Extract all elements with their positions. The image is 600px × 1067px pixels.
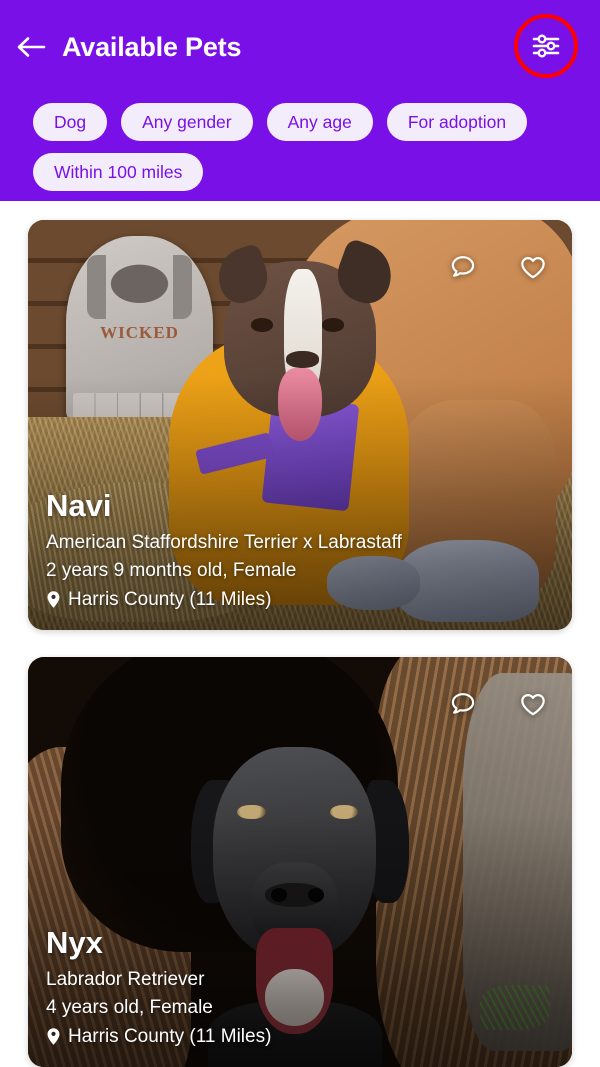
pet-name: Nyx xyxy=(46,924,103,960)
filter-chip-species[interactable]: Dog xyxy=(33,103,108,141)
pet-age-sex: 2 years 9 months old, Female xyxy=(46,560,297,581)
pet-card[interactable]: Navi American Staffordshire Terrier x La… xyxy=(28,220,572,630)
pet-location: Harris County (11 Miles) xyxy=(46,586,554,615)
pet-breed: American Staffordshire Terrier x Labrast… xyxy=(46,531,402,553)
back-button[interactable] xyxy=(0,20,62,74)
pet-card[interactable]: Nyx Labrador Retriever 4 years old, Fema… xyxy=(28,657,572,1067)
filter-chip-status[interactable]: For adoption xyxy=(386,103,528,141)
chat-bubble-icon[interactable] xyxy=(448,252,478,282)
heart-outline-icon[interactable] xyxy=(518,689,548,719)
filter-chip-distance[interactable]: Within 100 miles xyxy=(33,153,204,191)
map-pin-icon xyxy=(46,1027,61,1046)
filter-chip-gender[interactable]: Any gender xyxy=(121,103,253,141)
filter-chip-age[interactable]: Any age xyxy=(266,103,373,141)
heart-outline-icon[interactable] xyxy=(518,252,548,282)
pet-breed: Labrador Retriever xyxy=(46,968,205,990)
sliders-filter-icon xyxy=(531,33,561,59)
app-header: Available Pets Dog Any gender Any age Fo… xyxy=(0,0,600,201)
pet-name: Navi xyxy=(46,487,112,523)
pet-card-list[interactable]: Navi American Staffordshire Terrier x La… xyxy=(0,201,600,1067)
filter-chip-row: Dog Any gender Any age For adoption With… xyxy=(33,103,573,191)
pet-location: Harris County (11 Miles) xyxy=(46,1023,554,1052)
header-topbar: Available Pets xyxy=(0,20,600,74)
pet-info: Nyx Labrador Retriever 4 years old, Fema… xyxy=(46,924,554,1052)
pet-location-label: Harris County (11 Miles) xyxy=(68,588,272,610)
pet-location-label: Harris County (11 Miles) xyxy=(68,1025,272,1047)
card-action-row xyxy=(448,689,548,719)
chat-bubble-icon[interactable] xyxy=(448,689,478,719)
available-pets-screen: Available Pets Dog Any gender Any age Fo… xyxy=(0,0,600,1067)
arrow-left-icon xyxy=(16,35,46,59)
card-action-row xyxy=(448,252,548,282)
pet-age-sex: 4 years old, Female xyxy=(46,997,213,1018)
pet-info: Navi American Staffordshire Terrier x La… xyxy=(46,487,554,615)
map-pin-icon xyxy=(46,590,61,609)
page-title: Available Pets xyxy=(62,31,242,62)
filter-button[interactable] xyxy=(514,14,578,78)
